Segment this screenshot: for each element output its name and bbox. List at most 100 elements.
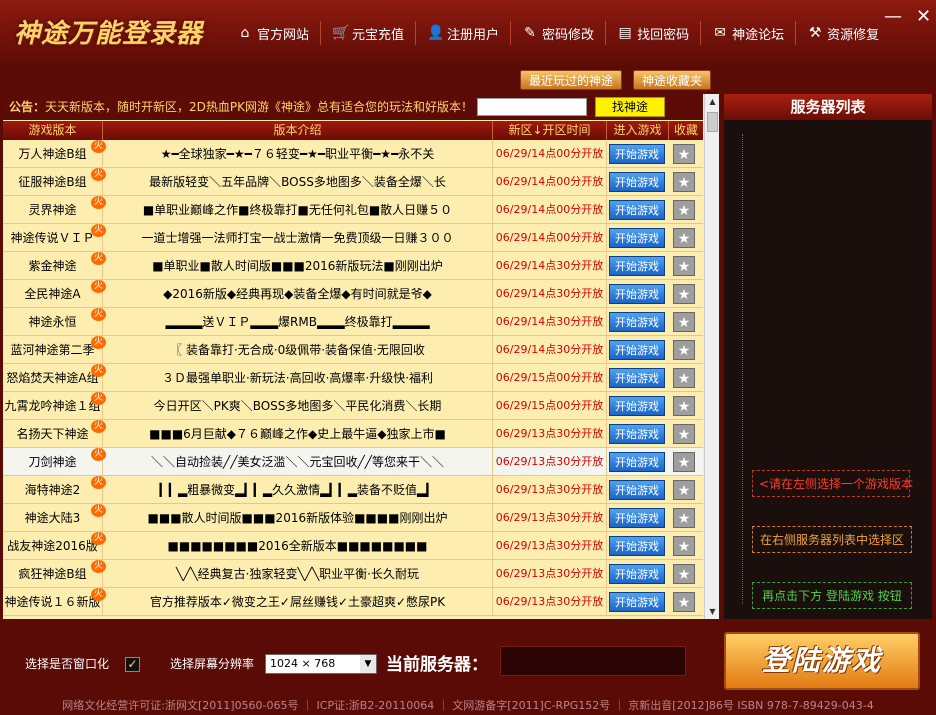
start-game-button[interactable]: 开始游戏 — [609, 256, 665, 276]
star-icon[interactable]: ★ — [673, 480, 695, 500]
nav-forum[interactable]: ✉ 神途论坛 — [701, 14, 795, 52]
game-version-name[interactable]: 神途传说１６新版火 — [3, 588, 106, 616]
start-game-button[interactable]: 开始游戏 — [609, 564, 665, 584]
table-row[interactable]: 全民神途A 火 ◆2016新版◆经典再现◆装备全爆◆有时间就是爷◆ 06/29/14点… — [3, 280, 703, 308]
start-game-button[interactable]: 开始游戏 — [609, 424, 665, 444]
start-game-button[interactable]: 开始游戏 — [609, 592, 665, 612]
login-game-button[interactable]: 登陆游戏 — [724, 632, 920, 690]
game-version-name[interactable]: 万人神途B组火 — [3, 140, 106, 168]
game-version-name[interactable]: 九霄龙吟神途１组火 — [3, 392, 106, 420]
start-game-button[interactable]: 开始游戏 — [609, 200, 665, 220]
nav-recharge[interactable]: 🛒 元宝充值 — [321, 14, 415, 52]
star-icon[interactable]: ★ — [673, 452, 695, 472]
recent-games-button[interactable]: 最近玩过的神途 — [520, 70, 623, 90]
table-row[interactable]: 战友神途2016版火 ■■■■■■■■2016全新版本■■■■■■■■ 06/29/… — [3, 532, 703, 560]
open-time: 06/29/14点30分开放 — [493, 336, 607, 364]
table-row[interactable]: 刀剑神途火 ＼＼自动捡装╱╱美女泛滥＼＼元宝回收╱╱等您来干＼＼ 06/29/13点… — [3, 448, 703, 476]
col-header-name[interactable]: 游戏版本 — [3, 121, 103, 140]
star-icon[interactable]: ★ — [673, 508, 695, 528]
star-icon[interactable]: ★ — [673, 564, 695, 584]
game-version-name[interactable]: 刀剑神途火 — [3, 448, 106, 476]
game-version-name[interactable]: 海特神途2 火 — [3, 476, 106, 504]
vertical-scrollbar[interactable]: ▲ ▼ — [704, 94, 719, 619]
start-game-button[interactable]: 开始游戏 — [609, 368, 665, 388]
start-game-button[interactable]: 开始游戏 — [609, 452, 665, 472]
table-row[interactable]: 万人神途B组火 ★━全球独家━★━７６轻变━★━职业平衡━★━永不关 06/29/1… — [3, 140, 703, 168]
game-version-name[interactable]: 征服神途B组火 — [3, 168, 106, 196]
game-version-name[interactable]: 疯狂神途B组火 — [3, 560, 106, 588]
star-icon[interactable]: ★ — [673, 144, 695, 164]
table-row[interactable]: 神途传说１６新版火官方推荐版本✓微变之王✓屌丝赚钱✓土豪超爽✓憋尿PK 06/29… — [3, 588, 703, 616]
window-mode-checkbox[interactable]: ✓ — [125, 657, 140, 672]
game-version-name[interactable]: 怒焰焚天神途A组火 — [3, 364, 106, 392]
scroll-thumb[interactable] — [707, 112, 718, 132]
table-row[interactable]: 征服神途B组火最新版轻变＼五年品牌＼BOSS多地图多＼装备全爆＼长 06/29/1… — [3, 168, 703, 196]
nav-repair[interactable]: ⚒ 资源修复 — [796, 14, 890, 52]
col-header-desc[interactable]: 版本介绍 — [103, 121, 493, 140]
start-game-button[interactable]: 开始游戏 — [609, 312, 665, 332]
start-game-button[interactable]: 开始游戏 — [609, 508, 665, 528]
game-version-name[interactable]: 全民神途A 火 — [3, 280, 106, 308]
minimize-button[interactable]: — — [884, 6, 902, 27]
resolution-select[interactable]: 1024 × 768 ▼ — [265, 654, 377, 674]
start-game-button[interactable]: 开始游戏 — [609, 228, 665, 248]
table-row[interactable]: 蓝河神途第二季火〖 装备靠打·无合成·0级佩带·装备保值·无限回收 06/29/1… — [3, 336, 703, 364]
close-button[interactable]: ✕ — [916, 6, 931, 27]
game-version-name[interactable]: 神途传说ＶＩＰ 火 — [3, 224, 106, 252]
table-row[interactable]: 神途永恒火 ▂▂▂▂送ＶＩＰ▂▂▂爆RMB▂▂▂终极靠打▂▂▂▂ 06/29/14点… — [3, 308, 703, 336]
game-version-name[interactable]: 神途永恒火 — [3, 308, 106, 336]
scroll-down-icon[interactable]: ▼ — [705, 604, 719, 619]
start-game-button[interactable]: 开始游戏 — [609, 172, 665, 192]
star-icon[interactable]: ★ — [673, 172, 695, 192]
start-game-button[interactable]: 开始游戏 — [609, 480, 665, 500]
search-button[interactable]: 找神途 — [595, 97, 665, 117]
open-time: 06/29/15点00分开放 — [493, 364, 607, 392]
star-icon[interactable]: ★ — [673, 424, 695, 444]
favorites-button[interactable]: 神途收藏夹 — [633, 70, 712, 90]
start-game-button[interactable]: 开始游戏 — [609, 396, 665, 416]
table-row[interactable]: 灵界神途火 ■单职业巅峰之作■终极靠打■无任何礼包■散人日赚５０ 06/29/14点… — [3, 196, 703, 224]
version-description: ▎▎▂粗暴微变▂▎▎▂久久激情▂▎▎▂装备不贬值▂▎ — [103, 476, 493, 504]
star-icon[interactable]: ★ — [673, 536, 695, 556]
table-row[interactable]: 神途大陆3 火 ■■■散人时间版■■■2016新版体验■■■■刚刚出炉 06/29/1… — [3, 504, 703, 532]
star-icon[interactable]: ★ — [673, 256, 695, 276]
game-version-name[interactable]: 战友神途2016版火 — [3, 532, 106, 560]
col-header-time[interactable]: 新区↓开区时间 — [493, 121, 607, 140]
game-version-name[interactable]: 灵界神途火 — [3, 196, 106, 224]
table-row[interactable]: 怒焰焚天神途A组火 ３Ｄ最强单职业·新玩法·高回收·高爆率·升级快·福利 06/29… — [3, 364, 703, 392]
version-description: ■■■6月巨献◆７６巅峰之作◆史上最牛逼◆独家上市■ — [103, 420, 493, 448]
star-icon[interactable]: ★ — [673, 200, 695, 220]
game-version-name[interactable]: 蓝河神途第二季火 — [3, 336, 106, 364]
table-row[interactable]: 神途传说ＶＩＰ 火一道士增强一法师打宝一战士激情一免费顶级一日赚３００ 06/29/… — [3, 224, 703, 252]
table-row[interactable]: 紫金神途火 ■单职业■散人时间版■■■2016新版玩法■刚刚出炉 06/29/14点… — [3, 252, 703, 280]
nav-change-password[interactable]: ✎ 密码修改 — [511, 14, 605, 52]
start-game-button[interactable]: 开始游戏 — [609, 340, 665, 360]
table-row[interactable]: 海特神途2 火 ▎▎▂粗暴微变▂▎▎▂久久激情▂▎▎▂装备不贬值▂▎ 06/29/13… — [3, 476, 703, 504]
nav-register[interactable]: 👤 注册用户 — [416, 14, 510, 52]
game-version-name[interactable]: 名扬天下神途火 — [3, 420, 106, 448]
version-description: ■单职业巅峰之作■终极靠打■无任何礼包■散人日赚５０ — [103, 196, 493, 224]
nav-official-site[interactable]: ⌂ 官方网站 — [226, 14, 320, 52]
game-version-name[interactable]: 紫金神途火 — [3, 252, 106, 280]
table-row[interactable]: 疯狂神途B组火 ╲╱╲经典复古·独家轻变╲╱╲职业平衡·长久耐玩 06/29/13点… — [3, 560, 703, 588]
star-icon[interactable]: ★ — [673, 368, 695, 388]
table-row[interactable]: 九霄龙吟神途１组火今日开区＼PK爽＼BOSS多地图多＼平民化消费＼长期 06/29… — [3, 392, 703, 420]
start-game-button[interactable]: 开始游戏 — [609, 144, 665, 164]
open-time: 06/29/13点30分开放 — [493, 504, 607, 532]
nav-label: 找回密码 — [637, 27, 690, 43]
scroll-up-icon[interactable]: ▲ — [705, 94, 719, 109]
game-version-name[interactable]: 神途大陆3 火 — [3, 504, 106, 532]
server-tree[interactable] — [742, 134, 743, 604]
star-icon[interactable]: ★ — [673, 340, 695, 360]
nav-recover-password[interactable]: ▤ 找回密码 — [606, 14, 700, 52]
search-input[interactable] — [477, 98, 587, 116]
star-icon[interactable]: ★ — [673, 396, 695, 416]
star-icon[interactable]: ★ — [673, 592, 695, 612]
star-icon[interactable]: ★ — [673, 284, 695, 304]
start-game-button[interactable]: 开始游戏 — [609, 536, 665, 556]
star-icon[interactable]: ★ — [673, 228, 695, 248]
start-game-button[interactable]: 开始游戏 — [609, 284, 665, 304]
table-row[interactable]: 名扬天下神途火 ■■■6月巨献◆７６巅峰之作◆史上最牛逼◆独家上市■ 06/29/1… — [3, 420, 703, 448]
open-time: 06/29/14点30分开放 — [493, 252, 607, 280]
star-icon[interactable]: ★ — [673, 312, 695, 332]
